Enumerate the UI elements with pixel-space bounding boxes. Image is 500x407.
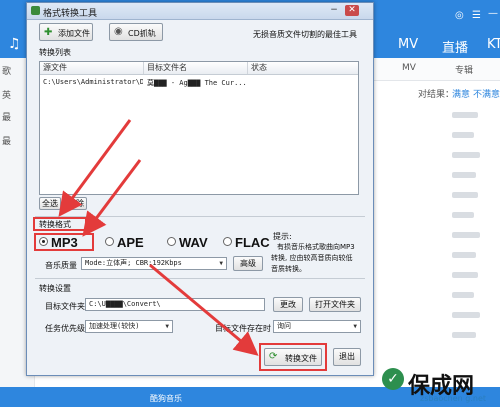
watermark-url: zsbaochen g.net <box>420 394 486 403</box>
annotation-arrows <box>58 119 259 356</box>
arrow-to-format-label <box>58 119 132 217</box>
watermark-logo-icon: ✓ <box>382 368 404 390</box>
arrow-to-convert <box>149 263 259 356</box>
